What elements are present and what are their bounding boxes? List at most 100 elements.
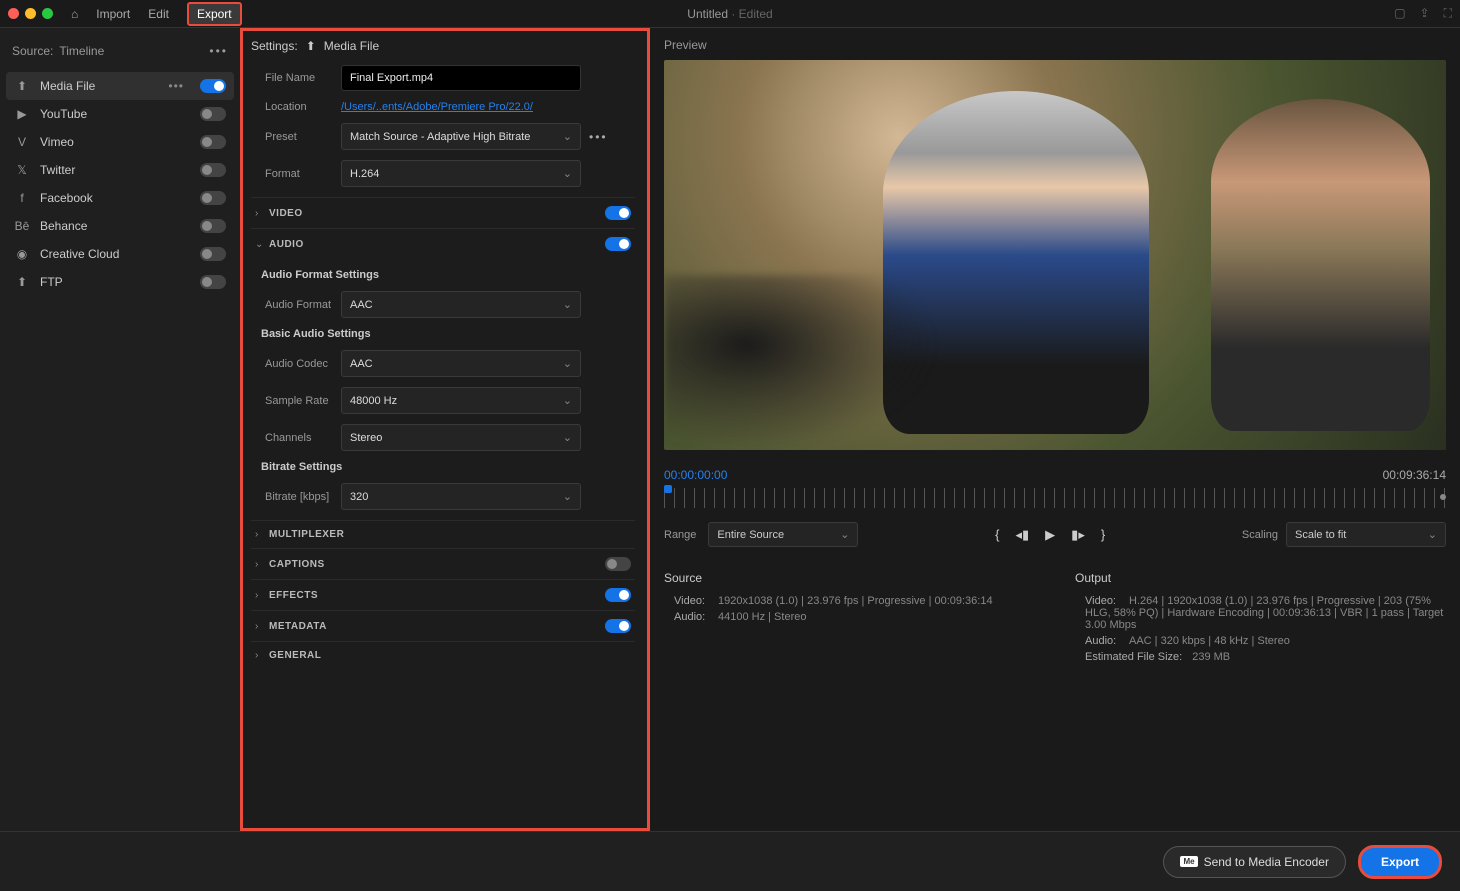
- window-controls[interactable]: [8, 8, 53, 19]
- sidebar-item-twitter[interactable]: 𝕏 Twitter: [0, 156, 240, 184]
- chevron-right-icon: ›: [255, 650, 269, 661]
- destination-toggle[interactable]: [200, 219, 226, 233]
- destination-label: Media File: [40, 79, 158, 93]
- destination-toggle[interactable]: [200, 163, 226, 177]
- section-video[interactable]: › VIDEO: [251, 197, 635, 228]
- chevron-down-icon: ⌄: [563, 167, 572, 180]
- mark-in-icon[interactable]: {: [995, 527, 999, 543]
- chevron-right-icon: ›: [255, 621, 269, 632]
- sidebar-item-media-file[interactable]: ⬆Media File•••: [6, 72, 234, 100]
- fullscreen-icon[interactable]: ⛶: [1444, 6, 1452, 21]
- metadata-toggle[interactable]: [605, 619, 631, 633]
- chevron-down-icon: ⌄: [563, 490, 572, 503]
- more-icon[interactable]: •••: [209, 44, 228, 58]
- chevron-right-icon: ›: [255, 208, 269, 219]
- export-button[interactable]: Export: [1358, 845, 1442, 879]
- chevron-down-icon: ⌄: [563, 130, 572, 143]
- output-info: Output Video:H.264 | 1920x1038 (1.0) | 2…: [1075, 571, 1446, 667]
- sidebar-item-facebook[interactable]: f Facebook: [0, 184, 240, 212]
- chevron-right-icon: ›: [255, 529, 269, 540]
- section-general[interactable]: › GENERAL: [251, 641, 635, 669]
- source-info: Source Video:1920x1038 (1.0) | 23.976 fp…: [664, 571, 1035, 667]
- timecode-start[interactable]: 00:00:00:00: [664, 468, 727, 482]
- chevron-down-icon: ⌄: [563, 298, 572, 311]
- chevron-down-icon: ⌄: [1428, 528, 1437, 541]
- section-captions[interactable]: › CAPTIONS: [251, 548, 635, 579]
- destination-toggle[interactable]: [200, 107, 226, 121]
- destination-label: Behance: [40, 219, 190, 233]
- preset-more-icon[interactable]: •••: [589, 130, 608, 144]
- destination-label: YouTube: [40, 107, 190, 121]
- destination-toggle[interactable]: [200, 79, 226, 93]
- sidebar-item-youtube[interactable]: ▶ YouTube: [0, 100, 240, 128]
- effects-toggle[interactable]: [605, 588, 631, 602]
- play-icon[interactable]: ▶: [1045, 527, 1055, 543]
- destination-toggle[interactable]: [200, 275, 226, 289]
- bitrate-select[interactable]: 320⌄: [341, 483, 581, 510]
- minimize-icon[interactable]: [25, 8, 36, 19]
- preview-label: Preview: [664, 38, 1446, 52]
- chevron-down-icon: ⌄: [563, 431, 572, 444]
- chevron-down-icon: ⌄: [840, 528, 849, 541]
- maximize-icon[interactable]: [42, 8, 53, 19]
- behance-icon: Bē: [14, 219, 30, 233]
- sidebar-item-behance[interactable]: Bē Behance: [0, 212, 240, 240]
- menu-export[interactable]: Export: [187, 2, 242, 26]
- mark-out-icon[interactable]: }: [1101, 527, 1105, 543]
- audio-codec-select[interactable]: AAC⌄: [341, 350, 581, 377]
- preview-panel: Preview 00:00:00:00 00:09:36:14 Range En…: [650, 28, 1460, 831]
- media-encoder-icon: Me: [1180, 856, 1197, 867]
- section-effects[interactable]: › EFFECTS: [251, 579, 635, 610]
- step-forward-icon[interactable]: ▮▸: [1071, 527, 1085, 543]
- destination-toggle[interactable]: [200, 135, 226, 149]
- range-select[interactable]: Entire Source⌄: [708, 522, 858, 547]
- audio-toggle[interactable]: [605, 237, 631, 251]
- destination-toggle[interactable]: [200, 247, 226, 261]
- twitter-icon: 𝕏: [14, 163, 30, 177]
- top-menu: ⌂ Import Edit Export: [71, 2, 242, 26]
- layout-icon[interactable]: ▢: [1394, 6, 1405, 21]
- sidebar-item-ftp[interactable]: ⬆FTP: [0, 268, 240, 296]
- channels-select[interactable]: Stereo⌄: [341, 424, 581, 451]
- menu-import[interactable]: Import: [96, 7, 130, 21]
- chevron-down-icon: ⌄: [255, 239, 269, 250]
- audio-format-select[interactable]: AAC⌄: [341, 291, 581, 318]
- destination-label: Facebook: [40, 191, 190, 205]
- document-title: Untitled · Edited: [687, 7, 772, 21]
- destination-label: Twitter: [40, 163, 190, 177]
- video-toggle[interactable]: [605, 206, 631, 220]
- source-selector[interactable]: Source: Timeline •••: [0, 38, 240, 72]
- close-icon[interactable]: [8, 8, 19, 19]
- menu-edit[interactable]: Edit: [148, 7, 169, 21]
- settings-panel: Settings: ⬆ Media File File Name Locatio…: [240, 28, 650, 831]
- captions-toggle[interactable]: [605, 557, 631, 571]
- sample-rate-select[interactable]: 48000 Hz⌄: [341, 387, 581, 414]
- location-link[interactable]: /Users/..ents/Adobe/Premiere Pro/22.0/: [341, 101, 533, 113]
- youtube-icon: ▶: [14, 107, 30, 121]
- more-icon[interactable]: •••: [168, 79, 184, 93]
- video-preview[interactable]: [664, 60, 1446, 450]
- timecode-end: 00:09:36:14: [1383, 468, 1446, 482]
- share-icon[interactable]: ⇪: [1420, 6, 1430, 21]
- home-icon[interactable]: ⌂: [71, 7, 78, 21]
- section-metadata[interactable]: › METADATA: [251, 610, 635, 641]
- section-audio[interactable]: ⌄ AUDIO: [251, 228, 635, 259]
- sidebar-item-creative-cloud[interactable]: ◉Creative Cloud: [0, 240, 240, 268]
- export-icon: ⬆: [306, 39, 316, 53]
- footer-bar: Me Send to Media Encoder Export: [0, 831, 1460, 891]
- destination-label: Vimeo: [40, 135, 190, 149]
- file-name-input[interactable]: [341, 65, 581, 91]
- cc-icon: ◉: [14, 247, 30, 261]
- step-back-icon[interactable]: ◂▮: [1015, 527, 1029, 543]
- section-multiplexer[interactable]: › MULTIPLEXER: [251, 520, 635, 548]
- scaling-select[interactable]: Scale to fit⌄: [1286, 522, 1446, 547]
- preset-select[interactable]: Match Source - Adaptive High Bitrate⌄: [341, 123, 581, 150]
- destinations-sidebar: Source: Timeline ••• ⬆Media File•••▶YouT…: [0, 28, 240, 831]
- timeline-ruler[interactable]: [664, 488, 1446, 508]
- top-bar: ⌂ Import Edit Export Untitled · Edited ▢…: [0, 0, 1460, 28]
- send-to-encoder-button[interactable]: Me Send to Media Encoder: [1163, 846, 1346, 878]
- destination-toggle[interactable]: [200, 191, 226, 205]
- facebook-icon: f: [14, 191, 30, 205]
- sidebar-item-vimeo[interactable]: VVimeo: [0, 128, 240, 156]
- format-select[interactable]: H.264⌄: [341, 160, 581, 187]
